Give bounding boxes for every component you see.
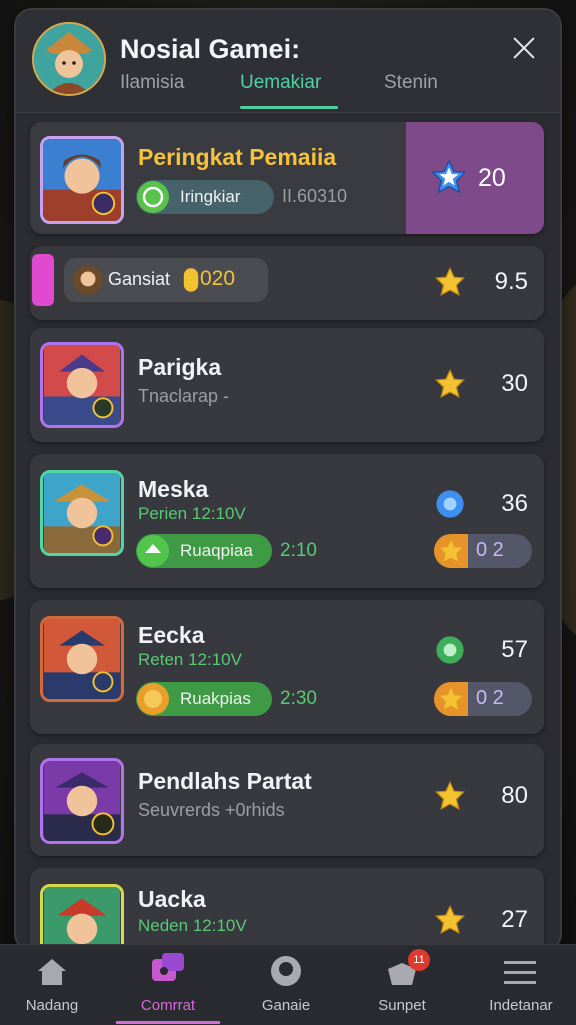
star-icon xyxy=(439,687,463,710)
action-pill[interactable]: Ruakpias xyxy=(136,682,272,716)
reward-badge[interactable]: 0 2 xyxy=(434,534,532,568)
avatar[interactable] xyxy=(32,22,106,96)
nav-item-indetanar[interactable]: Indetanar xyxy=(466,945,576,1025)
list-item[interactable]: Uacka Neden 12:10V 27 xyxy=(30,868,544,950)
featured-title: Peringkat Pemaiia xyxy=(138,144,337,170)
gem-icon xyxy=(436,490,464,518)
tag-chip xyxy=(32,254,54,306)
bottom-nav: Nadang Comrrat Ganaie 11 Sunpet Indetana… xyxy=(0,944,576,1025)
nav-item-ganaie[interactable]: Ganaie xyxy=(234,945,338,1025)
star-icon xyxy=(435,780,465,810)
score: 80 xyxy=(501,782,528,809)
player-subtitle: Seuvrerds +0rhids xyxy=(138,800,285,820)
nav-item-nadang[interactable]: Nadang xyxy=(0,945,104,1025)
list-item[interactable]: Pendlahs Partat Seuvrerds +0rhids 80 xyxy=(30,744,544,856)
notification-badge: 11 xyxy=(408,949,430,971)
action-pill-label: Ruakpias xyxy=(180,689,251,708)
gamepad-icon xyxy=(271,956,301,986)
star-icon xyxy=(435,266,465,296)
player-name: Parigka xyxy=(138,354,222,380)
gansiat-label: Gansiat xyxy=(108,269,171,289)
score: 30 xyxy=(501,370,528,397)
score: 36 xyxy=(501,490,528,517)
chat-icon xyxy=(152,953,184,981)
nav-label: Ganaie xyxy=(261,997,311,1014)
rank-pill[interactable]: Iringkiar xyxy=(136,180,274,214)
nav-label: Indetanar xyxy=(489,997,553,1014)
player-name: Pendlahs Partat xyxy=(138,768,312,794)
player-avatar xyxy=(40,470,124,556)
action-pill[interactable]: Ruaqpiaa xyxy=(136,534,272,568)
gem-icon xyxy=(436,636,464,664)
nav-label: Comrrat xyxy=(140,997,196,1014)
nav-label: Nadang xyxy=(25,997,79,1014)
featured-card[interactable]: Peringkat Pemaiia Iringkiar II.60310 20 xyxy=(30,122,544,234)
score-panel: 20 xyxy=(406,122,544,234)
active-tab-indicator xyxy=(240,106,338,109)
gansiat-chip[interactable]: Gansiat 020 xyxy=(64,258,268,302)
list-item[interactable]: Meska Perien 12:10V Ruaqpiaa 2:10 36 0 2 xyxy=(30,454,544,588)
list-item[interactable]: Gansiat 020 9.5 xyxy=(30,246,544,320)
featured-meta: II.60310 xyxy=(282,186,348,206)
page-title: Nosial Gamei: xyxy=(120,34,301,64)
header: Nosial Gamei: Ilamisia Uemakiar Stenin xyxy=(16,10,560,113)
avatar xyxy=(73,265,103,295)
rank-pill-label: Iringkiar xyxy=(180,187,241,206)
player-avatar xyxy=(40,758,124,844)
player-avatar xyxy=(40,884,124,950)
tab-stenin[interactable]: Stenin xyxy=(384,72,438,94)
player-avatar xyxy=(40,136,124,224)
nav-item-comrrat[interactable]: Comrrat xyxy=(112,945,224,1025)
reward-value: 0 2 xyxy=(476,539,504,561)
score: 27 xyxy=(501,906,528,933)
star-icon xyxy=(435,368,465,398)
leaf-icon xyxy=(137,535,169,567)
score: 9.5 xyxy=(494,268,528,295)
featured-score: 20 xyxy=(478,164,506,192)
leaderboard-panel: Nosial Gamei: Ilamisia Uemakiar Stenin P… xyxy=(16,10,560,950)
gansiat-value: 020 xyxy=(200,267,236,290)
score: 57 xyxy=(501,636,528,663)
nav-label: Sunpet xyxy=(378,997,426,1014)
player-avatar xyxy=(40,616,124,702)
list-item[interactable]: Eecka Reten 12:10V Ruakpias 2:30 57 0 2 xyxy=(30,600,544,734)
star-icon xyxy=(439,539,463,562)
home-icon xyxy=(38,959,66,985)
tab-ilamisia[interactable]: Ilamisia xyxy=(120,72,184,94)
reward-value: 0 2 xyxy=(476,687,504,709)
player-avatar xyxy=(40,342,124,428)
nav-item-sunpet[interactable]: 11 Sunpet xyxy=(350,945,454,1025)
player-subtitle: Tnaclarap - xyxy=(138,386,230,406)
reward-badge[interactable]: 0 2 xyxy=(434,682,532,716)
action-pill-label: Ruaqpiaa xyxy=(180,541,253,560)
list-item[interactable]: Parigka Tnaclarap - 30 xyxy=(30,328,544,442)
pill-value: 2:10 xyxy=(280,540,317,561)
player-subtitle: Neden 12:10V xyxy=(138,916,247,935)
player-name: Uacka xyxy=(138,886,206,912)
close-icon[interactable] xyxy=(508,32,540,64)
player-subtitle: Perien 12:10V xyxy=(138,504,246,523)
star-icon xyxy=(431,159,467,194)
pill-value: 2:30 xyxy=(280,688,317,709)
tab-uemakiar[interactable]: Uemakiar xyxy=(240,72,321,94)
badge-icon xyxy=(137,181,169,213)
star-icon xyxy=(435,904,465,934)
player-name: Eecka xyxy=(138,622,205,648)
player-name: Meska xyxy=(138,476,209,502)
coin-icon xyxy=(137,683,169,715)
player-subtitle: Reten 12:10V xyxy=(138,650,242,669)
menu-icon xyxy=(504,961,536,984)
coin-icon xyxy=(183,268,199,292)
